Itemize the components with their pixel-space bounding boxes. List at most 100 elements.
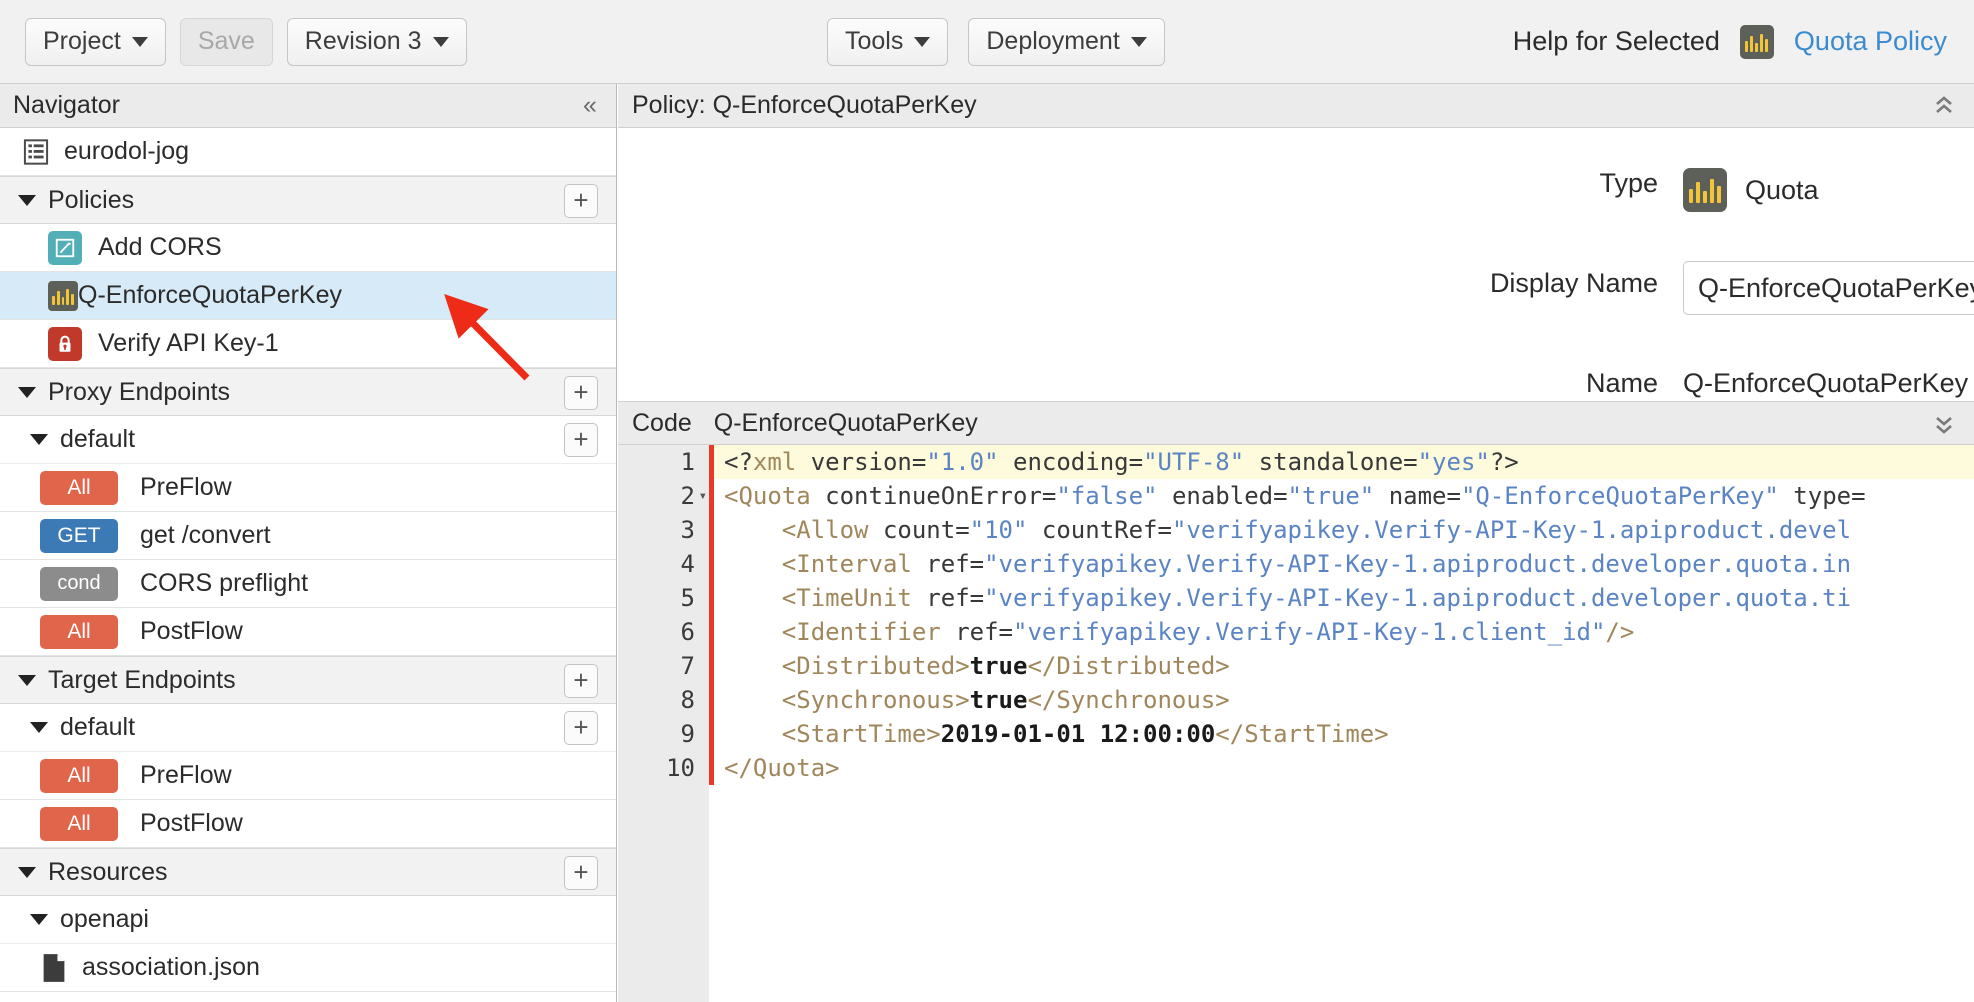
flow-badge-all: All	[40, 470, 118, 505]
sidebar-group-policies[interactable]: Policies +	[0, 176, 616, 224]
type-value: Quota	[1745, 174, 1819, 205]
chevron-down-icon	[914, 36, 931, 47]
add-proxy-flow-button[interactable]: +	[564, 423, 598, 457]
code-token: "yes"	[1417, 448, 1490, 476]
project-menu-button[interactable]: Project	[25, 17, 166, 66]
code-line: <TimeUnit ref="verifyapikey.Verify-API-K…	[714, 581, 1974, 615]
add-target-flow-button[interactable]: +	[564, 711, 598, 745]
resource-file-label: association.json	[82, 953, 260, 981]
code-file-name: Q-EnforceQuotaPerKey	[713, 408, 978, 437]
quota-policy-help-link[interactable]: Quota Policy	[1794, 26, 1947, 57]
toolbar-left-group: Project Save Revision 3	[25, 17, 467, 66]
fold-toggle-icon[interactable]: ▾	[695, 479, 707, 513]
chevron-expanded-icon	[30, 434, 48, 445]
code-token: enabled=	[1157, 482, 1288, 510]
code-token: <Interval	[724, 550, 912, 578]
chevron-expanded-icon	[18, 674, 36, 686]
sidebar-group-target-endpoints[interactable]: Target Endpoints +	[0, 656, 616, 704]
chevron-expanded-icon	[18, 866, 36, 878]
flow-label-cors-preflight: CORS preflight	[140, 569, 309, 597]
code-token: <Distributed>	[724, 652, 970, 680]
code-line: <StartTime>2019-01-01 12:00:00</StartTim…	[714, 717, 1974, 751]
chevron-expanded-icon	[30, 722, 48, 733]
code-token: "verifyapikey.Verify-API-Key-1.apiproduc…	[984, 550, 1852, 578]
display-name-field-row: Display Name	[618, 268, 1658, 299]
code-token: <Quota	[724, 482, 811, 510]
code-token: "verifyapikey.Verify-API-Key-1.apiproduc…	[984, 584, 1852, 612]
sidebar-item-target-postflow[interactable]: All PostFlow	[0, 800, 616, 848]
sidebar-item-association-json[interactable]: association.json	[0, 944, 616, 992]
code-token: <StartTime>	[724, 720, 941, 748]
sidebar-item-proxy-preflow[interactable]: All PreFlow	[0, 464, 616, 512]
flow-label-preflow: PreFlow	[140, 473, 232, 501]
tools-menu-label: Tools	[845, 27, 904, 55]
add-resource-button[interactable]: +	[564, 856, 598, 890]
chevron-double-up-icon[interactable]	[1926, 88, 1962, 124]
file-icon	[43, 953, 65, 982]
code-token: xml	[752, 448, 797, 476]
sidebar-item-proxy-get-convert[interactable]: GET get /convert	[0, 512, 616, 560]
type-label: Type	[1599, 168, 1658, 198]
proxy-endpoint-default-label: default	[60, 425, 136, 453]
display-name-input-wrap	[1683, 261, 1974, 315]
name-value-group: Q-EnforceQuotaPerKey	[1683, 368, 1968, 399]
code-token: ref=	[911, 550, 985, 578]
name-field-row: Name	[618, 368, 1658, 399]
quota-policy-icon	[1683, 168, 1727, 212]
deployment-menu-button[interactable]: Deployment	[968, 17, 1165, 66]
add-policy-button[interactable]: +	[564, 184, 598, 218]
code-token: count=	[868, 516, 970, 544]
chevron-double-down-icon[interactable]	[1926, 406, 1962, 442]
flow-label-postflow: PostFlow	[140, 617, 243, 645]
code-line: <Interval ref="verifyapikey.Verify-API-K…	[714, 547, 1974, 581]
code-content[interactable]: <?xml version="1.0" encoding="UTF-8" sta…	[714, 445, 1974, 1002]
sidebar-item-q-enforcequotaperkey[interactable]: Q-EnforceQuotaPerKey	[0, 272, 616, 320]
sidebar-group-proxy-endpoints[interactable]: Proxy Endpoints +	[0, 368, 616, 416]
chevron-down-icon	[1130, 36, 1147, 47]
sidebar-item-proxy-cors-preflight[interactable]: cond CORS preflight	[0, 560, 616, 608]
code-line: </Quota>	[714, 751, 1974, 785]
quota-policy-icon	[1739, 24, 1774, 59]
sidebar-group-resources[interactable]: Resources +	[0, 848, 616, 896]
code-token: ref=	[940, 618, 1013, 646]
toolbar-right-group: Help for Selected Quota Policy	[1513, 24, 1947, 59]
navigator-header: Navigator «	[0, 84, 616, 128]
line-number: 10	[666, 754, 695, 782]
toolbar-center-group: Tools Deployment	[827, 17, 1165, 66]
display-name-input[interactable]	[1683, 261, 1974, 315]
add-proxy-endpoint-button[interactable]: +	[564, 376, 598, 410]
policy-label-q-enforcequotaperkey: Q-EnforceQuotaPerKey	[78, 281, 343, 309]
code-token: "Q-EnforceQuotaPerKey"	[1460, 482, 1779, 510]
sidebar-item-resource-folder-openapi[interactable]: openapi	[0, 896, 616, 944]
sidebar-item-proxy-root[interactable]: eurodol-jog	[0, 128, 616, 176]
deployment-menu-label: Deployment	[986, 27, 1120, 55]
quota-policy-icon	[48, 280, 78, 311]
flow-label-target-postflow: PostFlow	[140, 809, 243, 837]
code-line: <Quota continueOnError="false" enabled="…	[714, 479, 1974, 513]
sidebar-item-target-endpoint-default[interactable]: default +	[0, 704, 616, 752]
sidebar-item-proxy-postflow[interactable]: All PostFlow	[0, 608, 616, 656]
sidebar-item-target-preflow[interactable]: All PreFlow	[0, 752, 616, 800]
resource-folder-label: openapi	[60, 905, 149, 933]
collapse-sidebar-icon[interactable]: «	[574, 90, 606, 120]
name-label: Name	[1585, 368, 1658, 398]
code-editor[interactable]: 1 2 ▾ 3 4 5 6 7 8 9 10 <?xml version="1.0" encodin…	[618, 445, 1974, 1002]
navigator-sidebar: Navigator « eurodol-jog Policies + Add C…	[0, 84, 617, 1002]
policy-detail-body: Type Quota Display Name Name	[618, 128, 1974, 401]
code-token: encoding=	[998, 448, 1144, 476]
code-token: "verifyapikey.Verify-API-Key-1.client_id…	[1013, 618, 1606, 646]
type-value-group: Quota	[1683, 168, 1819, 212]
code-line: <Allow count="10" countRef="verifyapikey…	[714, 513, 1974, 547]
flow-label-get-convert: get /convert	[140, 521, 271, 549]
sidebar-item-add-cors[interactable]: Add CORS	[0, 224, 616, 272]
tools-menu-button[interactable]: Tools	[827, 17, 949, 66]
line-number: 5	[680, 584, 695, 612]
sidebar-item-verify-api-key[interactable]: Verify API Key-1	[0, 320, 616, 368]
edit-pencil-icon	[48, 230, 82, 265]
code-token: <Allow	[724, 516, 869, 544]
save-button[interactable]: Save	[179, 17, 273, 66]
revision-menu-button[interactable]: Revision 3	[286, 17, 467, 66]
padlock-icon	[48, 326, 82, 361]
add-target-endpoint-button[interactable]: +	[564, 664, 598, 698]
sidebar-item-proxy-endpoint-default[interactable]: default +	[0, 416, 616, 464]
